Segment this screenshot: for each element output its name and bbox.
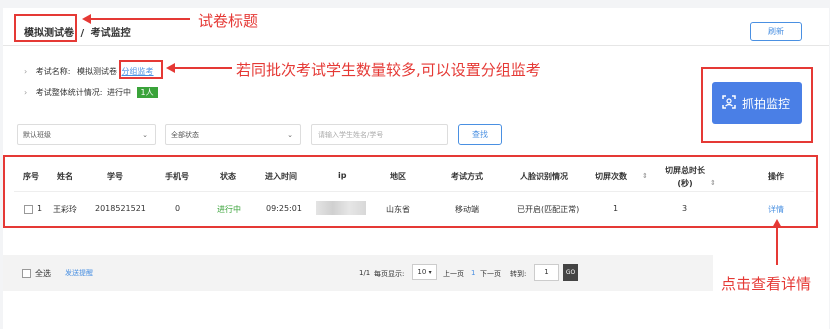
chevron-down-icon: ⌄	[142, 131, 148, 139]
col-header-action: 操作	[768, 172, 784, 181]
search-button[interactable]: 查找	[458, 124, 502, 145]
col-header-enter-time: 进入时间	[265, 172, 297, 181]
chevron-down-icon: ⌄	[287, 131, 293, 139]
detail-link[interactable]: 详情	[768, 204, 784, 215]
page-info: 1/1	[359, 269, 371, 277]
cell-status: 进行中	[217, 205, 241, 214]
cell-phone: 0	[175, 204, 181, 213]
annotation-box-group-link	[119, 60, 163, 79]
table-header-divider	[14, 191, 814, 192]
col-header-face-recognition: 人脸识别情况	[520, 172, 568, 181]
annotation-arrow-paper-title	[90, 18, 190, 20]
exam-stats-badge: 1人	[136, 87, 158, 98]
header-divider	[3, 45, 829, 46]
page-title: 考试监控	[90, 28, 131, 39]
select-all-label[interactable]: 全选	[35, 268, 51, 279]
col-header-student-id: 学号	[107, 172, 123, 181]
sort-icon[interactable]: ⇕	[710, 179, 716, 187]
annotation-arrow-detail	[776, 227, 778, 265]
col-header-switch-duration-line2: (秒)	[677, 179, 693, 188]
exam-name-label: 考试名称:	[35, 67, 71, 76]
annotation-paper-title: 试卷标题	[198, 12, 259, 30]
cell-student-id: 2018521521	[95, 204, 146, 213]
per-page-select[interactable]: 10 ▾	[412, 264, 437, 280]
capture-monitor-button[interactable]: 抓拍监控	[712, 82, 802, 124]
current-page: 1	[471, 269, 476, 277]
caret-down-icon: ▾	[428, 269, 432, 276]
col-header-name: 姓名	[57, 172, 73, 181]
annotation-arrow-group	[174, 67, 232, 69]
breadcrumb-separator: /	[80, 28, 85, 39]
col-header-ip: ip	[338, 171, 347, 180]
cell-name: 王彩玲	[53, 205, 77, 214]
cell-face-recognition: 已开启(匹配正常)	[517, 205, 580, 214]
exam-stats-label: 考试整体统计情况:	[35, 88, 103, 97]
col-header-phone: 手机号	[165, 172, 189, 181]
col-header-index: 序号	[23, 172, 39, 181]
exam-name-value: 模拟测试卷	[77, 67, 117, 76]
annotation-box-paper-title	[14, 14, 77, 42]
search-input[interactable]: 请输入学生姓名/学号	[311, 124, 448, 145]
annotation-group: 若同批次考试学生数量较多,可以设置分组监考	[236, 61, 541, 79]
status-select-value: 全部状态	[171, 131, 199, 139]
col-header-switch-count: 切屏次数	[595, 172, 627, 181]
col-header-switch-duration-line1: 切屏总时长	[665, 166, 705, 175]
cell-switch-count: 1	[613, 204, 619, 213]
next-page-link[interactable]: 下一页	[480, 269, 501, 279]
class-select[interactable]: 默认班级 ⌄	[17, 124, 156, 145]
cell-ip-redacted	[316, 201, 366, 215]
goto-label: 转到:	[510, 270, 527, 278]
goto-page-input[interactable]: 1	[534, 264, 559, 281]
refresh-button[interactable]: 刷新	[750, 22, 802, 41]
cell-exam-mode: 移动端	[455, 205, 479, 214]
capture-monitor-label: 抓拍监控	[742, 97, 791, 111]
col-header-region: 地区	[390, 172, 406, 181]
cell-index: 1	[37, 204, 43, 213]
annotation-detail: 点击查看详情	[721, 275, 812, 293]
footer-bar	[3, 255, 713, 291]
prev-page-link[interactable]: 上一页	[443, 269, 464, 279]
select-all-checkbox[interactable]	[22, 269, 31, 278]
per-page-value: 10	[417, 268, 427, 276]
go-button[interactable]: GO	[563, 264, 578, 281]
class-select-value: 默认班级	[23, 131, 51, 139]
col-header-exam-mode: 考试方式	[451, 172, 483, 181]
cell-enter-time: 09:25:01	[266, 204, 302, 213]
cell-region: 山东省	[386, 205, 410, 214]
per-page-label: 每页显示:	[374, 270, 405, 278]
col-header-switch-duration: 切屏总时长 (秒)	[663, 165, 707, 189]
camera-scan-icon	[722, 95, 736, 109]
exam-stats-status: 进行中	[107, 88, 131, 97]
chevron-right-icon: ›	[24, 88, 28, 97]
cell-switch-duration: 3	[682, 204, 688, 213]
col-header-status: 状态	[220, 172, 236, 181]
send-reminder-link[interactable]: 发送提醒	[65, 268, 93, 278]
chevron-right-icon: ›	[24, 67, 28, 76]
sort-icon[interactable]: ⇕	[642, 172, 648, 180]
row-checkbox[interactable]	[24, 205, 33, 214]
status-select[interactable]: 全部状态 ⌄	[165, 124, 301, 145]
exam-stats-line: › 考试整体统计情况: 进行中 1人	[24, 87, 158, 98]
